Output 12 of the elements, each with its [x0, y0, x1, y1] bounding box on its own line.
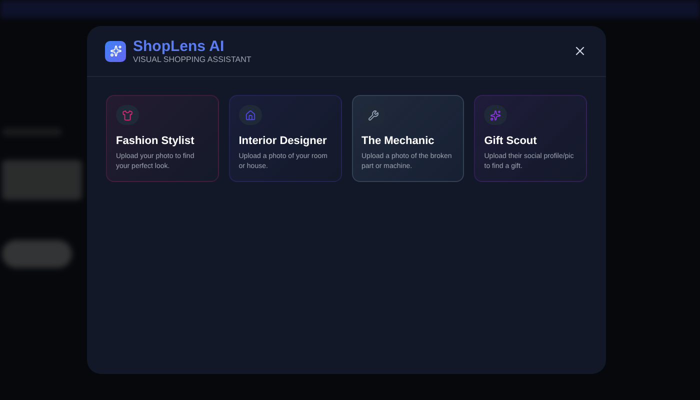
wrench-icon: [362, 105, 384, 125]
house-icon: [238, 105, 262, 125]
mode-title: Gift Scout: [484, 135, 537, 148]
close-icon: [573, 44, 587, 58]
sparkles-logo-icon: [105, 40, 126, 62]
mode-title: Interior Designer: [238, 135, 327, 148]
app-subtitle: VISUAL SHOPPING ASSISTANT: [133, 54, 252, 64]
shirt-icon: [116, 105, 139, 125]
mode-title: The Mechanic: [362, 135, 434, 148]
mode-title: Fashion Stylist: [116, 135, 194, 148]
sparkles-icon: [484, 105, 508, 125]
app-title: ShopLens AI: [133, 38, 226, 54]
